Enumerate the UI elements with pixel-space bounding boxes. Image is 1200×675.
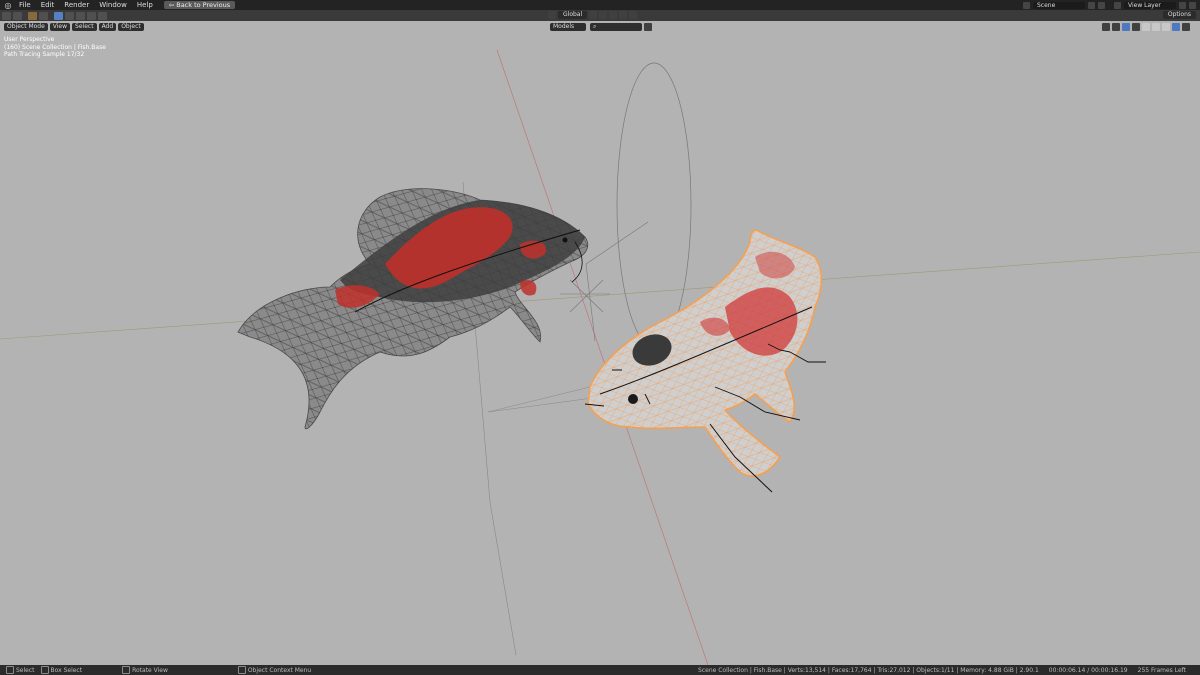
snap-target-icon[interactable] (609, 11, 618, 19)
blender-logo-icon[interactable]: ◎ (2, 0, 14, 10)
active-collection-label: (160) Scene Collection | Fish.Base (4, 43, 106, 51)
shading-options-icon[interactable] (1182, 23, 1190, 31)
select-mode-new-icon[interactable] (54, 11, 63, 20)
search-icon: ⌕ (593, 23, 597, 30)
orientation-icon[interactable] (548, 11, 556, 19)
render-sample-label: Path Tracing Sample 17/32 (4, 51, 85, 58)
scene-field[interactable]: Scene (1033, 1, 1085, 9)
viewport-header: Object Mode View Select Add Object Model… (0, 22, 1200, 32)
object-mode-dropdown[interactable]: Object Mode (4, 23, 48, 31)
tool-settings-header: Global Options (0, 10, 1200, 21)
menu-render[interactable]: Render (59, 0, 94, 10)
scene-icon[interactable] (1023, 1, 1030, 9)
back-to-previous-button[interactable]: ⇦ Back to Previous (163, 1, 236, 9)
editor-type-dropdown-icon[interactable] (13, 11, 22, 20)
viewport-search-input[interactable]: ⌕ (590, 23, 642, 31)
status-bar: Select Box Select Rotate View Object Con… (0, 665, 1200, 675)
menu-object[interactable]: Object (118, 23, 144, 31)
pivot-point-icon[interactable] (589, 11, 598, 19)
delete-scene-icon[interactable] (1098, 1, 1105, 9)
proportional-editing-icon[interactable] (619, 11, 628, 19)
menu-select[interactable]: Select (72, 23, 97, 31)
menu-add[interactable]: Add (98, 23, 117, 31)
options-dropdown[interactable]: Options (1162, 11, 1196, 19)
menu-edit[interactable]: Edit (36, 0, 60, 10)
view-layer-icon[interactable] (1114, 1, 1121, 9)
top-menu-bar: ◎ File Edit Render Window Help ⇦ Back to… (0, 0, 1200, 10)
gizmo-icon[interactable] (1112, 23, 1120, 31)
new-scene-icon[interactable] (1088, 1, 1095, 9)
mouse-drag-icon (40, 666, 49, 674)
status-context-menu-label: Object Context Menu (247, 666, 312, 674)
snap-icon[interactable] (599, 11, 608, 19)
mouse-right-icon (237, 666, 246, 674)
filter-icon[interactable] (644, 23, 652, 31)
scene-stats: Scene Collection | Fish.Base | Verts:13,… (698, 666, 1039, 674)
shading-solid-icon[interactable] (1152, 23, 1160, 31)
3d-viewport[interactable] (0, 32, 1200, 665)
select-mode-intersect-icon[interactable] (98, 11, 107, 20)
select-mode-extend-icon[interactable] (65, 11, 74, 20)
status-select-hint: Select (6, 666, 35, 674)
status-box-select-label: Box Select (50, 666, 83, 674)
xray-icon[interactable] (1132, 23, 1140, 31)
transform-orientation-dropdown[interactable]: Global (558, 11, 588, 19)
overlays-icon[interactable] (1122, 23, 1130, 31)
frames-left: 255 Frames Left (1137, 666, 1186, 674)
editor-type-icon[interactable] (2, 11, 11, 20)
shading-material-icon[interactable] (1162, 23, 1170, 31)
collection-dropdown[interactable]: Models (550, 23, 586, 31)
status-box-select-hint: Box Select (40, 666, 83, 674)
status-select-label: Select (16, 666, 35, 674)
mouse-middle-icon (122, 666, 131, 674)
select-tool-icon[interactable] (28, 11, 37, 20)
viewport-overlay-text: User Perspective (160) Scene Collection … (4, 36, 106, 59)
shading-rendered-icon[interactable] (1172, 23, 1180, 31)
mouse-left-icon (6, 666, 14, 674)
menu-window[interactable]: Window (94, 0, 132, 10)
status-context-menu-hint: Object Context Menu (237, 666, 312, 674)
koi-fish-dark[interactable] (237, 188, 589, 430)
x-axis-line (0, 251, 1200, 340)
shading-wireframe-icon[interactable] (1142, 23, 1150, 31)
visibility-icon[interactable] (1102, 23, 1110, 31)
select-mode-subtract-icon[interactable] (76, 11, 85, 20)
tool-dropdown-icon[interactable] (39, 11, 48, 20)
back-arrow-icon: ⇦ (168, 1, 175, 9)
view-name-label: User Perspective (4, 36, 55, 43)
force-field-empty[interactable] (616, 62, 692, 348)
status-rotate-view-hint: Rotate View (122, 666, 168, 674)
status-rotate-view-label: Rotate View (132, 666, 168, 674)
menu-view[interactable]: View (49, 23, 71, 31)
menu-file[interactable]: File (14, 0, 36, 10)
back-to-previous-label: Back to Previous (176, 1, 231, 9)
select-mode-invert-icon[interactable] (87, 11, 96, 20)
delete-view-layer-icon[interactable] (1189, 1, 1196, 9)
light-lines (487, 386, 601, 413)
menu-help[interactable]: Help (132, 0, 158, 10)
render-time: 00:00:06.14 / 00:00:16.19 (1048, 666, 1128, 674)
falloff-icon[interactable] (629, 11, 638, 19)
new-view-layer-icon[interactable] (1179, 1, 1186, 9)
view-layer-field[interactable]: View Layer (1124, 1, 1176, 9)
